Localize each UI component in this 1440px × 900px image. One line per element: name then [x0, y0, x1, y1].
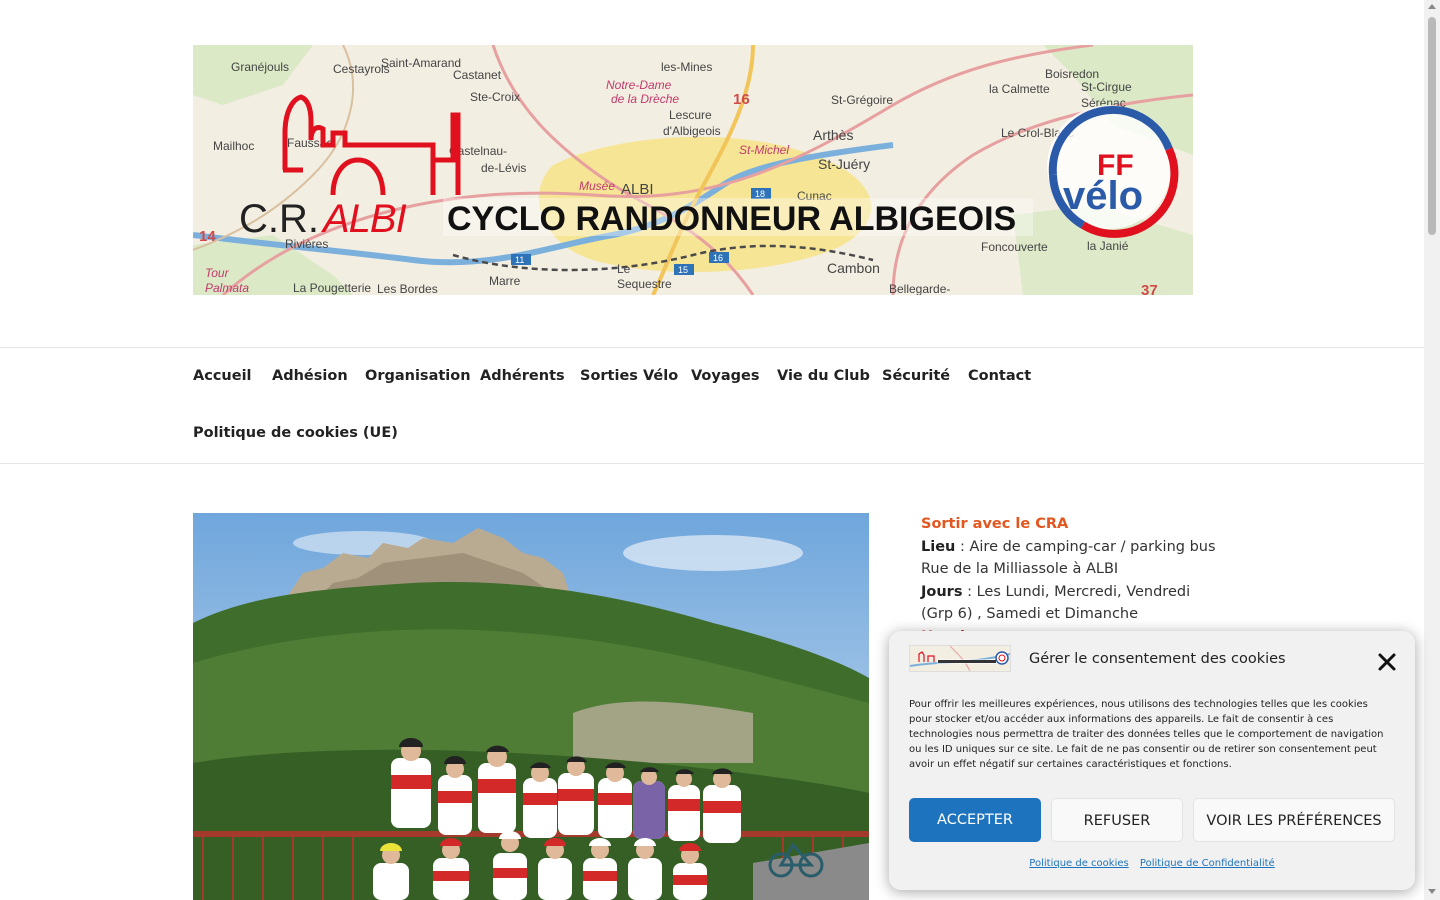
cookie-policy-link[interactable]: Politique de cookies [1029, 858, 1128, 869]
svg-text:Castanet: Castanet [453, 68, 502, 82]
lieu-text: : Aire de camping-car / parking bus Rue … [921, 538, 1216, 578]
svg-text:Foncouverte: Foncouverte [981, 240, 1048, 254]
nav-item-politique-cookies[interactable]: Politique de cookies (UE) [193, 425, 398, 441]
svg-text:16: 16 [713, 253, 723, 263]
nav-item-vie-du-club[interactable]: Vie du Club [777, 368, 870, 384]
svg-text:les-Mines: les-Mines [661, 60, 712, 74]
svg-text:Granéjouls: Granéjouls [231, 60, 289, 74]
lieu-label: Lieu [921, 538, 956, 555]
nav-item-securite[interactable]: Sécurité [882, 368, 950, 384]
svg-text:C.R.: C.R. [239, 197, 319, 241]
svg-text:Sequestre: Sequestre [617, 277, 672, 291]
scroll-down-arrow-icon[interactable] [1428, 889, 1436, 894]
svg-text:ALBI: ALBI [321, 197, 407, 241]
view-preferences-button[interactable]: VOIR LES PRÉFÉRENCES [1193, 798, 1395, 842]
svg-text:de-Lévis: de-Lévis [481, 161, 526, 175]
svg-text:vélo: vélo [1063, 174, 1143, 218]
jours-label: Jours [921, 583, 963, 600]
nav-item-organisation[interactable]: Organisation [365, 368, 471, 384]
cookie-policy-links: Politique de cookies Politique de Confid… [889, 858, 1415, 869]
sidebar-jours: Jours : Les Lundi, Mercredi, Vendredi (G… [921, 581, 1221, 626]
svg-text:Tour: Tour [205, 266, 230, 280]
svg-text:16: 16 [733, 91, 750, 108]
svg-text:La Pougetterie: La Pougetterie [293, 281, 371, 295]
nav-item-adherents[interactable]: Adhérents [480, 368, 565, 384]
svg-text:Lescure: Lescure [669, 108, 712, 122]
svg-text:St-Michel: St-Michel [739, 143, 789, 157]
privacy-policy-link[interactable]: Politique de Confidentialité [1140, 858, 1275, 869]
svg-text:37: 37 [1141, 282, 1158, 295]
banner-map-image: Cestayrols Castanet Ste-Croix les-Mines … [193, 45, 1193, 295]
svg-text:Boisredon: Boisredon [1045, 67, 1099, 81]
svg-text:Palmata: Palmata [205, 281, 249, 295]
svg-text:Mailhoc: Mailhoc [213, 139, 254, 153]
svg-text:Ste-Croix: Ste-Croix [470, 90, 520, 104]
svg-text:St-Grégoire: St-Grégoire [831, 93, 893, 107]
page-scrollbar[interactable] [1424, 0, 1440, 900]
svg-text:Cambon: Cambon [827, 260, 880, 276]
svg-text:ALBI: ALBI [621, 181, 654, 198]
svg-text:Marre: Marre [489, 274, 521, 288]
cookie-dialog-body: Pour offrir les meilleures expériences, … [909, 699, 1384, 770]
svg-text:St-Juéry: St-Juéry [818, 156, 870, 172]
cookie-dialog-site-logo [909, 645, 1011, 672]
nav-item-voyages[interactable]: Voyages [691, 368, 759, 384]
svg-text:14: 14 [199, 228, 216, 245]
svg-text:Les Bordes: Les Bordes [377, 282, 438, 295]
site-header-banner[interactable]: Cestayrols Castanet Ste-Croix les-Mines … [193, 45, 1193, 295]
svg-text:Saint-Amarand: Saint-Amarand [381, 56, 461, 70]
nav-item-adhesion[interactable]: Adhésion [272, 368, 348, 384]
cookie-dialog-title: Gérer le consentement des cookies [1029, 651, 1286, 667]
svg-text:15: 15 [678, 265, 688, 275]
cookie-consent-dialog: Gérer le consentement des cookies Pour o… [889, 631, 1415, 890]
close-icon[interactable] [1376, 651, 1398, 673]
svg-text:Musée: Musée [579, 179, 615, 193]
nav-item-accueil[interactable]: Accueil [193, 368, 252, 384]
scrollbar-thumb[interactable] [1428, 17, 1436, 235]
sidebar-lieu: Lieu : Aire de camping-car / parking bus… [921, 536, 1221, 581]
svg-text:la Janié: la Janié [1087, 239, 1129, 253]
nav-item-sorties-velo[interactable]: Sorties Vélo [580, 368, 678, 384]
svg-text:Notre-Dame: Notre-Dame [606, 78, 672, 92]
svg-text:11: 11 [515, 255, 524, 265]
scroll-up-arrow-icon[interactable] [1428, 4, 1436, 9]
accept-cookies-button[interactable]: ACCEPTER [909, 798, 1041, 842]
svg-text:Arthès: Arthès [813, 127, 853, 143]
svg-text:de la Drèche: de la Drèche [611, 92, 679, 106]
featured-photo [193, 513, 869, 900]
banner-title: CYCLO RANDONNEUR ALBIGEOIS [447, 200, 1016, 238]
svg-text:St-Cirgue: St-Cirgue [1081, 80, 1132, 94]
sidebar-sortir-avec-le-cra: Sortir avec le CRA Lieu : Aire de campin… [921, 513, 1221, 648]
nav-item-contact[interactable]: Contact [968, 368, 1031, 384]
refuse-cookies-button[interactable]: REFUSER [1051, 798, 1183, 842]
svg-text:Bellegarde-: Bellegarde- [889, 282, 950, 295]
svg-text:d'Albigeois: d'Albigeois [663, 124, 721, 138]
svg-text:Le: Le [617, 262, 631, 276]
jours-text: : Les Lundi, Mercredi, Vendredi (Grp 6) … [921, 583, 1191, 623]
ffvelo-logo: FF vélo [1047, 105, 1179, 238]
svg-text:la Calmette: la Calmette [989, 82, 1050, 96]
main-navigation: Accueil Adhésion Organisation Adhérents … [0, 347, 1424, 464]
svg-text:18: 18 [755, 189, 765, 199]
sidebar-heading: Sortir avec le CRA [921, 516, 1069, 532]
